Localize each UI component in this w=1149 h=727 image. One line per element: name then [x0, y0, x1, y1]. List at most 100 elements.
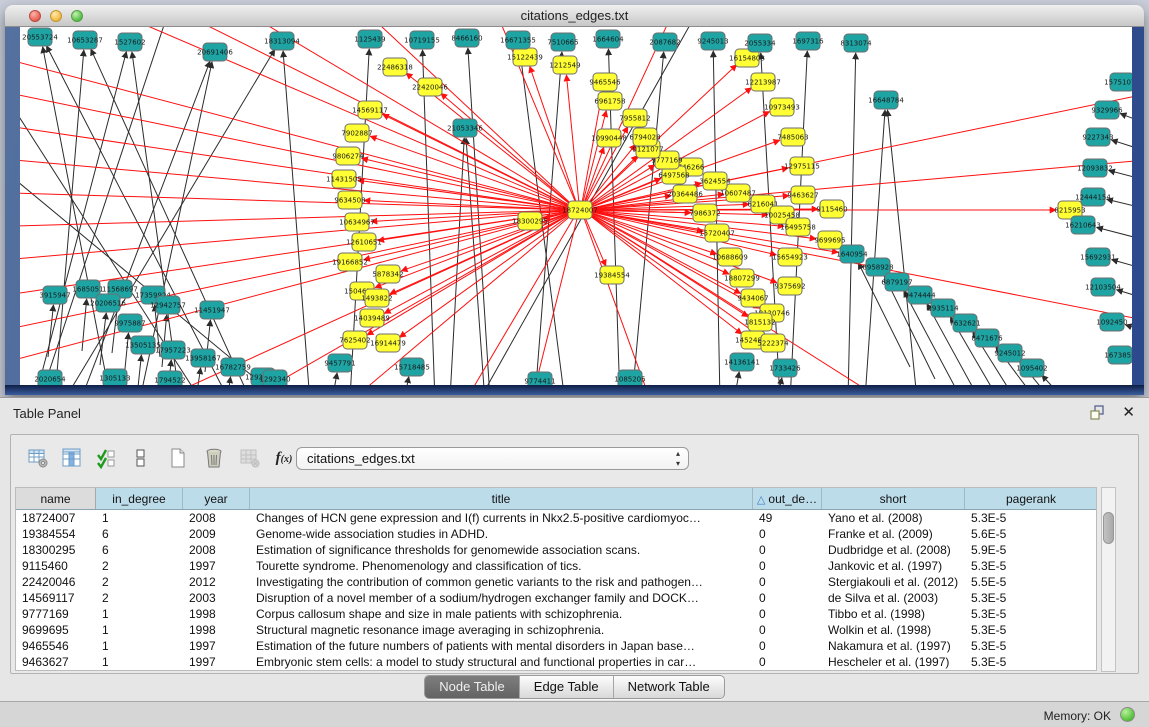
graph-node[interactable]: 11431505: [326, 170, 362, 188]
graph-node[interactable]: 1212549: [549, 56, 580, 74]
node-table[interactable]: namein_degreeyeartitle△ out_de…shortpage…: [15, 487, 1097, 671]
graph-node[interactable]: 2055334: [744, 34, 776, 52]
table-cell[interactable]: 5.6E-5: [965, 526, 1097, 542]
graph-node[interactable]: 20553724: [22, 28, 58, 46]
table-cell[interactable]: Changes of HCN gene expression and I(f) …: [250, 510, 753, 526]
column-header-year[interactable]: year: [183, 488, 250, 509]
table-cell[interactable]: 1: [96, 622, 183, 638]
table-cell[interactable]: 0: [753, 558, 822, 574]
table-cell[interactable]: 9463627: [16, 654, 96, 670]
graph-node[interactable]: 9115460: [816, 200, 847, 218]
tab-node-table[interactable]: Node Table: [425, 676, 520, 698]
table-cell[interactable]: Investigating the contribution of common…: [250, 574, 753, 590]
column-header-in_degree[interactable]: in_degree: [96, 488, 183, 509]
graph-node[interactable]: 1092450: [1096, 313, 1127, 331]
graph-node[interactable]: 1794522: [154, 371, 185, 385]
table-cell[interactable]: 0: [753, 654, 822, 670]
delete-table-icon[interactable]: [201, 445, 227, 471]
row-height-icon[interactable]: [127, 445, 153, 471]
table-cell[interactable]: 9777169: [16, 606, 96, 622]
table-cell[interactable]: Franke et al. (2009): [822, 526, 965, 542]
table-cell[interactable]: 5.3E-5: [965, 590, 1097, 606]
graph-node[interactable]: 8466160: [451, 29, 482, 47]
window-titlebar[interactable]: citations_edges.txt: [5, 5, 1144, 27]
table-cell[interactable]: 0: [753, 606, 822, 622]
table-cell[interactable]: 1: [96, 654, 183, 670]
table-cell[interactable]: 2: [96, 558, 183, 574]
graph-node[interactable]: 9634508: [334, 191, 365, 209]
graph-node[interactable]: 15654923: [772, 248, 808, 266]
network-graph-canvas[interactable]: 1872400716154808122139871097349374850631…: [20, 27, 1132, 385]
table-cell[interactable]: 2008: [183, 510, 250, 526]
graph-node[interactable]: 14136141: [724, 353, 760, 371]
graph-node[interactable]: 7510665: [547, 33, 578, 51]
scrollbar-thumb[interactable]: [1103, 512, 1114, 544]
graph-node[interactable]: 8313074: [840, 34, 872, 52]
create-column-icon[interactable]: [93, 445, 119, 471]
table-cell[interactable]: 9115460: [16, 558, 96, 574]
table-cell[interactable]: Estimation of the future numbers of pati…: [250, 638, 753, 654]
graph-node[interactable]: 1673855: [1104, 346, 1132, 364]
graph-node[interactable]: 18807299: [724, 269, 760, 287]
graph-node[interactable]: 9806274: [332, 147, 364, 165]
graph-node[interactable]: 7625402: [339, 331, 370, 349]
table-cell[interactable]: 6: [96, 526, 183, 542]
table-row[interactable]: 969969511998Structural magnetic resonanc…: [16, 622, 1096, 638]
graph-node[interactable]: 9245012: [994, 344, 1025, 362]
graph-node[interactable]: 1292340: [259, 370, 290, 385]
function-builder-icon[interactable]: f(x): [271, 445, 297, 471]
table-cell[interactable]: Structural magnetic resonance image aver…: [250, 622, 753, 638]
table-row[interactable]: 911546021997Tourette syndrome. Phenomeno…: [16, 558, 1096, 574]
table-row[interactable]: 946362711997Embryonic stem cells: a mode…: [16, 654, 1096, 670]
graph-node[interactable]: 2020654: [34, 370, 66, 385]
show-columns-icon[interactable]: [59, 445, 85, 471]
graph-node[interactable]: 2935114: [927, 299, 959, 317]
table-cell[interactable]: 2003: [183, 590, 250, 606]
graph-node[interactable]: 15720407: [699, 224, 735, 242]
graph-node[interactable]: 9245013: [697, 32, 728, 50]
graph-node[interactable]: 5878342: [372, 265, 403, 283]
table-cell[interactable]: 2012: [183, 574, 250, 590]
table-cell[interactable]: 1998: [183, 622, 250, 638]
table-cell[interactable]: 6: [96, 542, 183, 558]
float-panel-icon[interactable]: [1089, 405, 1105, 421]
new-table-icon[interactable]: [165, 445, 191, 471]
table-vertical-scrollbar[interactable]: [1101, 487, 1116, 672]
table-cell[interactable]: 5.3E-5: [965, 638, 1097, 654]
graph-node[interactable]: 15751074: [1104, 73, 1132, 91]
graph-node[interactable]: 9375692: [774, 277, 805, 295]
graph-node[interactable]: 1305133: [99, 369, 130, 385]
table-cell[interactable]: 5.9E-5: [965, 542, 1097, 558]
graph-node[interactable]: 12093832: [1077, 159, 1113, 177]
graph-node[interactable]: 10653287: [67, 31, 103, 49]
table-cell[interactable]: 1998: [183, 606, 250, 622]
tab-edge-table[interactable]: Edge Table: [520, 676, 614, 698]
graph-node[interactable]: 1125439: [354, 30, 385, 48]
table-cell[interactable]: Embryonic stem cells: a model to study s…: [250, 654, 753, 670]
graph-node[interactable]: 7986372: [689, 204, 720, 222]
table-cell[interactable]: 49: [753, 510, 822, 526]
table-cell[interactable]: 2: [96, 574, 183, 590]
table-cell[interactable]: 0: [753, 574, 822, 590]
table-cell[interactable]: 18724007: [16, 510, 96, 526]
table-cell[interactable]: 0: [753, 542, 822, 558]
table-cell[interactable]: 9465546: [16, 638, 96, 654]
graph-node[interactable]: 1640954: [836, 245, 868, 263]
table-cell[interactable]: Tourette syndrome. Phenomenology and cla…: [250, 558, 753, 574]
graph-node[interactable]: 12975115: [784, 157, 820, 175]
table-cell[interactable]: Hescheler et al. (1997): [822, 654, 965, 670]
tab-network-table[interactable]: Network Table: [614, 676, 724, 698]
table-cell[interactable]: 22420046: [16, 574, 96, 590]
table-cell[interactable]: Tibbo et al. (1998): [822, 606, 965, 622]
table-cell[interactable]: de Silva et al. (2003): [822, 590, 965, 606]
table-cell[interactable]: Yano et al. (2008): [822, 510, 965, 526]
graph-node[interactable]: 6961758: [594, 92, 625, 110]
graph-node[interactable]: 1664604: [592, 30, 624, 48]
table-cell[interactable]: Wolkin et al. (1998): [822, 622, 965, 638]
graph-node[interactable]: 9465546: [589, 73, 621, 91]
column-header-out_de[interactable]: △ out_de…: [753, 488, 822, 509]
graph-node[interactable]: 1493822: [361, 289, 392, 307]
column-header-name[interactable]: name: [16, 488, 96, 509]
column-header-pagerank[interactable]: pagerank: [965, 488, 1097, 509]
table-cell[interactable]: 1: [96, 606, 183, 622]
